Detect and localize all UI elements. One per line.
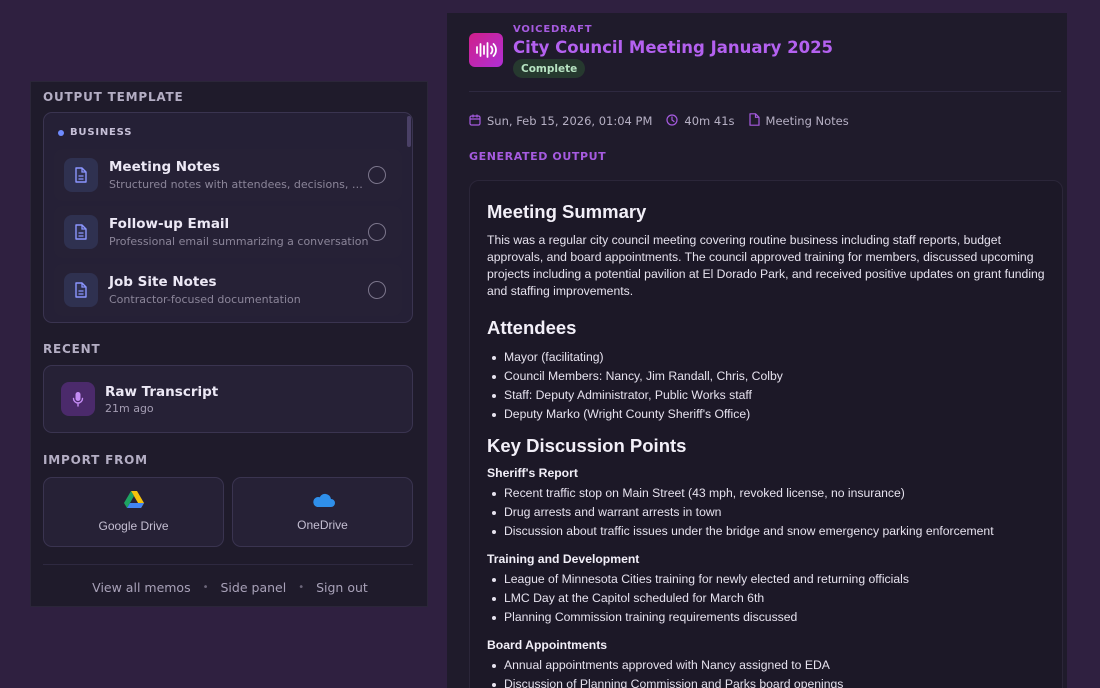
- template-radio[interactable]: [368, 223, 386, 241]
- template-description: Professional email summarizing a convers…: [109, 235, 369, 248]
- board-appointments-heading: Board Appointments: [487, 638, 608, 652]
- view-all-memos-link[interactable]: View all memos: [92, 580, 190, 595]
- template-radio[interactable]: [368, 166, 386, 184]
- recording-duration: 40m 41s: [684, 114, 735, 128]
- list-item: Recent traffic stop on Main Street (43 m…: [487, 484, 1045, 503]
- recent-item-raw-transcript[interactable]: Raw Transcript 21m ago: [43, 365, 413, 433]
- list-item: Planning Commission training requirement…: [487, 608, 1045, 627]
- voicedraft-logo-icon: [469, 33, 503, 67]
- document-icon: [64, 215, 98, 249]
- list-item: Annual appointments approved with Nancy …: [487, 656, 1045, 675]
- sheriff-report-heading: Sheriff's Report: [487, 466, 578, 480]
- template-radio[interactable]: [368, 281, 386, 299]
- import-onedrive-button[interactable]: OneDrive: [232, 477, 413, 547]
- group-label: BUSINESS: [70, 127, 133, 138]
- clock-icon: [666, 113, 678, 129]
- document-icon: [64, 273, 98, 307]
- sign-out-link[interactable]: Sign out: [316, 580, 368, 595]
- meta-template: Meeting Notes: [748, 113, 849, 129]
- recent-heading: RECENT: [43, 342, 101, 356]
- import-label: Google Drive: [98, 519, 169, 533]
- memo-detail-panel: VOICEDRAFT City Council Meeting January …: [447, 13, 1067, 688]
- generated-output-content[interactable]: Meeting Summary This was a regular city …: [469, 180, 1063, 688]
- summary-text: This was a regular city council meeting …: [487, 233, 1045, 298]
- recording-meta: Sun, Feb 15, 2026, 01:04 PM 40m 41s Meet…: [469, 113, 849, 129]
- attendees-list: Mayor (facilitating) Council Members: Na…: [487, 348, 1045, 424]
- document-icon: [64, 158, 98, 192]
- template-option-job-site-notes[interactable]: Job Site Notes Contractor-focused docume…: [54, 264, 402, 316]
- google-drive-icon: [123, 491, 144, 513]
- template-option-meeting-notes[interactable]: Meeting Notes Structured notes with atte…: [54, 149, 402, 201]
- training-heading: Training and Development: [487, 552, 640, 566]
- recording-date: Sun, Feb 15, 2026, 01:04 PM: [487, 114, 653, 128]
- meta-date: Sun, Feb 15, 2026, 01:04 PM: [469, 114, 652, 129]
- template-name: Meeting Notes: [109, 159, 221, 175]
- app-name: VOICEDRAFT: [513, 24, 593, 35]
- training-list: League of Minnesota Cities training for …: [487, 570, 1045, 627]
- microphone-icon: [61, 382, 95, 416]
- template-description: Structured notes with attendees, decisio…: [109, 178, 369, 191]
- list-item: Mayor (facilitating): [487, 348, 1045, 367]
- header-divider: [469, 91, 1061, 92]
- side-panel-link[interactable]: Side panel: [221, 580, 287, 595]
- generated-output-heading: GENERATED OUTPUT: [469, 150, 607, 163]
- status-badge: Complete: [513, 59, 586, 78]
- onedrive-icon: [311, 492, 335, 512]
- footer-separator: •: [202, 582, 209, 593]
- output-template-heading: OUTPUT TEMPLATE: [43, 90, 184, 104]
- calendar-icon: [469, 114, 481, 129]
- list-item: Drug arrests and warrant arrests in town: [487, 503, 1045, 522]
- footer-links: View all memos • Side panel • Sign out: [31, 580, 429, 595]
- list-item: LMC Day at the Capitol scheduled for Mar…: [487, 589, 1045, 608]
- group-dot-icon: [58, 129, 64, 136]
- list-item: Discussion about traffic issues under th…: [487, 522, 1045, 541]
- import-google-drive-button[interactable]: Google Drive: [43, 477, 224, 547]
- discussion-heading: Key Discussion Points: [487, 435, 687, 456]
- template-option-follow-up-email[interactable]: Follow-up Email Professional email summa…: [54, 206, 402, 258]
- template-name: Job Site Notes: [109, 274, 217, 290]
- recording-title: City Council Meeting January 2025: [513, 38, 834, 57]
- sheriff-report-list: Recent traffic stop on Main Street (43 m…: [487, 484, 1045, 541]
- board-appointments-list: Annual appointments approved with Nancy …: [487, 656, 1045, 688]
- meta-duration: 40m 41s: [666, 113, 735, 129]
- template-description: Contractor-focused documentation: [109, 293, 301, 306]
- document-icon: [748, 113, 760, 129]
- template-list-scrollbar[interactable]: [407, 116, 411, 147]
- template-list: BUSINESS Meeting Notes Structured notes …: [43, 112, 413, 323]
- list-item: Council Members: Nancy, Jim Randall, Chr…: [487, 367, 1045, 386]
- summary-heading: Meeting Summary: [487, 201, 647, 222]
- import-from-heading: IMPORT FROM: [43, 453, 148, 467]
- recent-item-time: 21m ago: [105, 401, 154, 415]
- list-item: Discussion of Planning Commission and Pa…: [487, 675, 1045, 688]
- template-name: Follow-up Email: [109, 216, 230, 232]
- template-group-business: BUSINESS: [58, 127, 132, 138]
- attendees-heading: Attendees: [487, 317, 577, 338]
- recent-item-title: Raw Transcript: [105, 383, 219, 400]
- import-label: OneDrive: [297, 518, 348, 532]
- template-used: Meeting Notes: [765, 114, 849, 128]
- footer-separator: •: [298, 582, 305, 593]
- list-item: Deputy Marko (Wright County Sheriff's Of…: [487, 405, 1045, 424]
- list-item: Staff: Deputy Administrator, Public Work…: [487, 386, 1045, 405]
- footer-divider: [43, 564, 413, 565]
- template-picker-panel: OUTPUT TEMPLATE BUSINESS Meeting Notes S…: [30, 81, 428, 607]
- list-item: League of Minnesota Cities training for …: [487, 570, 1045, 589]
